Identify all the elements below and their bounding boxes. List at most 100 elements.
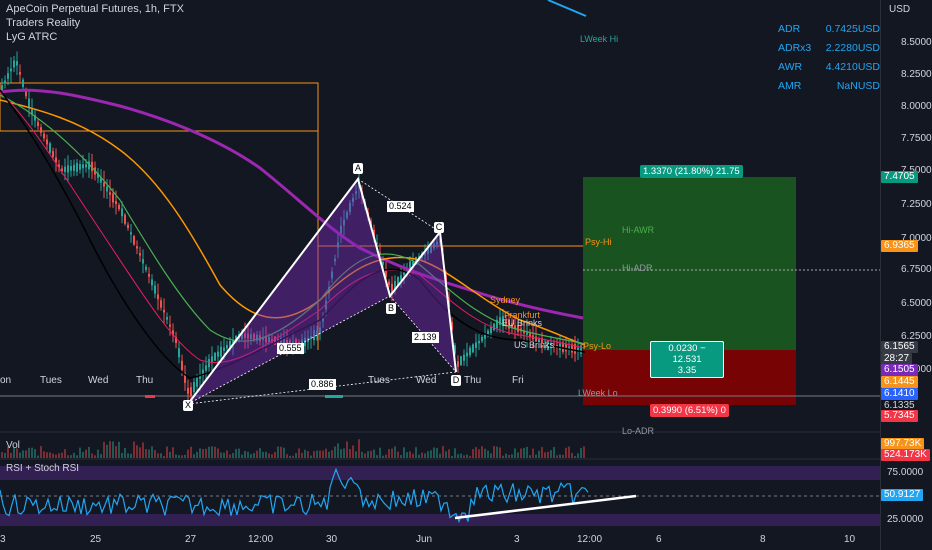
volume-bar bbox=[298, 448, 300, 458]
point-x-label: X bbox=[183, 400, 193, 411]
rsi-value-badge: 50.9127 bbox=[881, 489, 924, 501]
rsi-pane-label[interactable]: RSI + Stoch RSI bbox=[6, 463, 79, 474]
indicator-lyg-atrc[interactable]: LyG ATRC bbox=[6, 30, 184, 44]
time-tick: 10 bbox=[844, 534, 856, 545]
ratio-abc-tag: 0.524 bbox=[387, 201, 414, 212]
volume-bar bbox=[466, 454, 468, 458]
volume-bar bbox=[175, 454, 177, 458]
volume-bar bbox=[58, 453, 60, 458]
stat-label: ADR bbox=[778, 23, 801, 35]
candle-body bbox=[187, 387, 189, 394]
volume-bar bbox=[292, 455, 294, 458]
volume-bar bbox=[343, 448, 345, 458]
volume-bar bbox=[316, 450, 318, 458]
chart-area[interactable]: ApeCoin Perpetual Futures, 1h, FTX Trade… bbox=[0, 0, 880, 550]
candle-body bbox=[481, 336, 483, 342]
volume-bar bbox=[397, 451, 399, 458]
target-zone[interactable] bbox=[583, 177, 796, 350]
marker-green bbox=[325, 395, 343, 398]
volume-bar bbox=[190, 446, 192, 458]
volume-bar bbox=[160, 453, 162, 458]
candle-body bbox=[478, 340, 480, 344]
volume-bar bbox=[283, 447, 285, 458]
candle-body bbox=[388, 281, 390, 286]
volume-bar bbox=[457, 454, 459, 458]
stat-value: 4.4210USD bbox=[825, 61, 880, 73]
volume-bar bbox=[34, 449, 36, 458]
rsi-oversold-band bbox=[0, 514, 880, 526]
price-badge: 6.1410 bbox=[881, 388, 918, 400]
stat-label: ADRx3 bbox=[778, 42, 812, 54]
volume-bar bbox=[166, 446, 168, 458]
symbol-title[interactable]: ApeCoin Perpetual Futures, 1h, FTX bbox=[6, 2, 184, 16]
day-label: Wed bbox=[416, 375, 437, 386]
volume-bar bbox=[247, 451, 249, 458]
candle-body bbox=[43, 133, 45, 139]
volume-bar bbox=[568, 446, 570, 458]
volume-bar bbox=[214, 446, 216, 458]
volume-bar bbox=[319, 450, 321, 458]
volume-bar bbox=[25, 450, 27, 458]
volume-bar bbox=[280, 446, 282, 458]
ratio-xad-tag: 0.886 bbox=[309, 379, 336, 390]
point-b-label: B bbox=[386, 303, 396, 314]
stop-label[interactable]: 0.3990 (6.51%) 0 bbox=[650, 404, 729, 417]
hi-adr-label: Hi-ADR bbox=[622, 263, 653, 273]
volume-bar bbox=[538, 450, 540, 458]
indicator-traders-reality[interactable]: Traders Reality bbox=[6, 16, 184, 30]
risk-reward-ratio: 0.0230 − 12.531 bbox=[668, 343, 706, 365]
target-label[interactable]: 1.3370 (21.80%) 21.75 bbox=[640, 165, 743, 178]
candle-body bbox=[400, 275, 402, 280]
volume-bar bbox=[193, 454, 195, 458]
candle-body bbox=[4, 80, 6, 84]
candle-body bbox=[157, 294, 159, 300]
volume-bar bbox=[52, 453, 54, 458]
volume-bar bbox=[172, 447, 174, 458]
candle-body bbox=[22, 79, 24, 88]
volume-bar bbox=[493, 446, 495, 458]
price-tick: 6.5000 bbox=[901, 298, 932, 309]
volume-bar bbox=[70, 455, 72, 458]
volume-pane-label[interactable]: Vol bbox=[6, 440, 20, 451]
volume-bar bbox=[556, 455, 558, 458]
candle-body bbox=[220, 346, 222, 357]
volume-bar bbox=[64, 449, 66, 458]
candle-body bbox=[13, 60, 15, 68]
candle-body bbox=[52, 151, 54, 157]
volume-bar bbox=[127, 453, 129, 458]
candle-body bbox=[565, 343, 567, 352]
volume-bar bbox=[583, 446, 585, 458]
risk-reward-label[interactable]: 0.0230 − 12.531 3.35 bbox=[650, 341, 724, 378]
volume-bar bbox=[19, 452, 21, 458]
volume-bar bbox=[472, 449, 474, 458]
time-tick: 25 bbox=[90, 534, 102, 545]
price-chart[interactable] bbox=[0, 0, 880, 550]
volume-bar bbox=[271, 454, 273, 458]
volume-bar bbox=[61, 452, 63, 458]
candle-body bbox=[121, 208, 123, 217]
volume-bar bbox=[142, 442, 144, 458]
price-tick: 8.5000 bbox=[901, 37, 932, 48]
volume-bar bbox=[139, 447, 141, 458]
candle-body bbox=[190, 387, 192, 397]
stat-row: ADR 0.7425USD bbox=[778, 20, 880, 39]
volume-bar bbox=[346, 441, 348, 458]
currency-label[interactable]: USD bbox=[889, 4, 910, 15]
candle-body bbox=[181, 360, 183, 371]
volume-badge: 524.173K bbox=[881, 449, 930, 461]
volume-bar bbox=[97, 449, 99, 458]
volume-bar bbox=[418, 454, 420, 458]
candle-body bbox=[208, 359, 210, 368]
sydney-label: Sydney bbox=[490, 295, 521, 305]
candle-body bbox=[217, 351, 219, 357]
price-badge: 6.1445 bbox=[881, 376, 918, 388]
volume-bar bbox=[4, 452, 6, 458]
stat-value: 0.7425USD bbox=[825, 23, 880, 35]
volume-bar bbox=[421, 452, 423, 458]
volume-bar bbox=[208, 446, 210, 458]
price-badge: 6.1505 bbox=[881, 364, 918, 376]
price-axis[interactable]: USD 8.50008.25008.00007.75007.50007.2500… bbox=[880, 0, 932, 550]
candle-body bbox=[133, 235, 135, 245]
volume-bar bbox=[373, 449, 375, 458]
candle-body bbox=[28, 98, 30, 109]
